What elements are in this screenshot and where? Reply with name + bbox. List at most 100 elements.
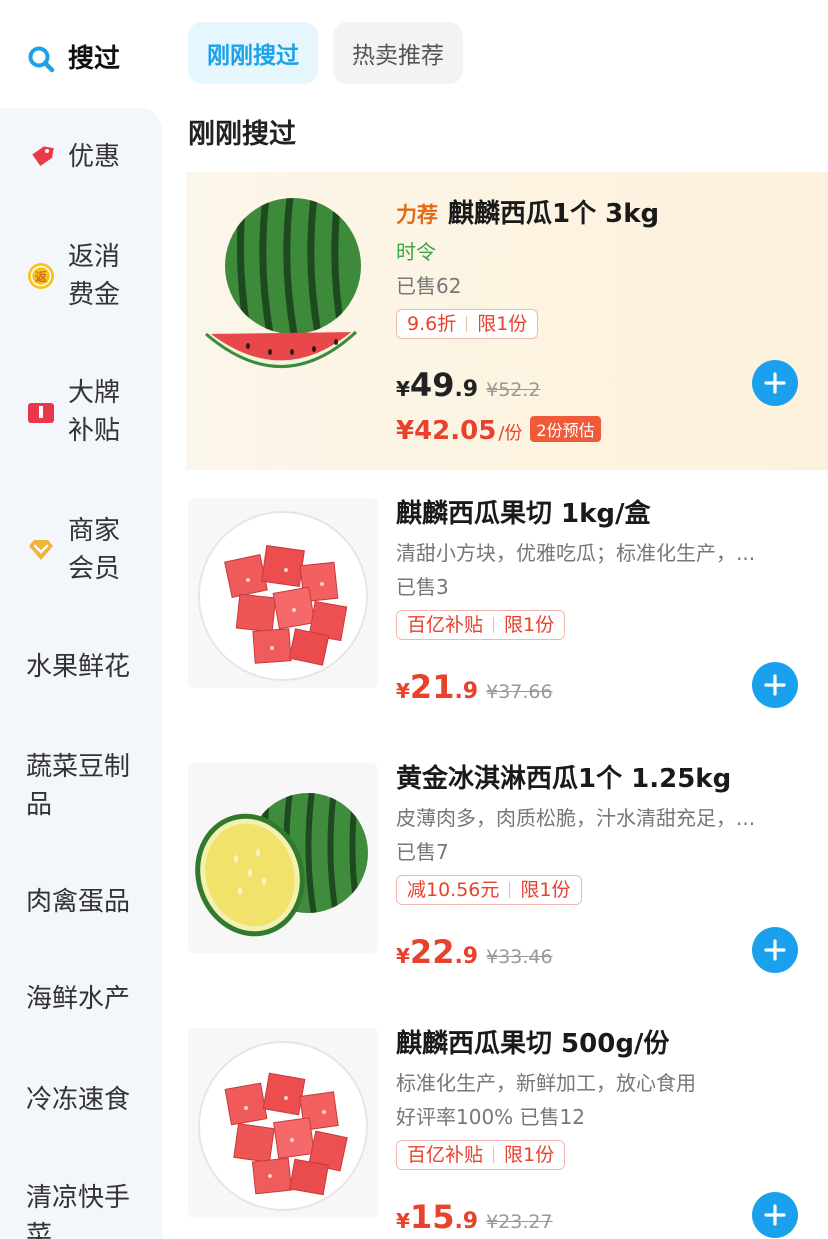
add-to-cart-button[interactable] xyxy=(752,1192,798,1238)
sidebar-item-label: 商家 xyxy=(68,516,121,546)
sidebar-item-brand-subsidy[interactable]: 大牌 补贴 xyxy=(0,374,162,450)
original-price: ¥37.66 xyxy=(486,681,553,703)
season-label: 时令 xyxy=(396,240,436,264)
recommend-tag: 力荐 xyxy=(396,203,438,227)
sidebar-item-merchant-member[interactable]: 商家 会员 xyxy=(0,512,162,588)
sidebar-item-label: 补贴 xyxy=(68,416,121,446)
original-price: ¥23.27 xyxy=(486,1211,553,1233)
section-title: 刚刚搜过 xyxy=(188,119,296,150)
plus-icon xyxy=(764,674,786,696)
product-card[interactable]: 黄金冰淇淋西瓜1个 1.25kg 皮薄肉多，肉质松脆，汁水清甜充足，... 已售… xyxy=(186,755,828,995)
sidebar-item-label: 大牌 xyxy=(68,378,121,408)
estimate-badge: 2份预估 xyxy=(530,416,601,442)
promo-tag: 限1份 xyxy=(520,879,571,901)
product-title: 麒麟西瓜1个 3kg xyxy=(448,199,660,229)
plus-icon xyxy=(764,939,786,961)
estimated-price: ¥42.05 xyxy=(396,416,497,446)
brand-subsidy-icon xyxy=(26,397,56,427)
price-row: ¥15.9 ¥23.27 xyxy=(396,1198,553,1236)
sidebar-item-search-history[interactable]: 搜过 xyxy=(0,40,162,78)
product-image xyxy=(188,1028,378,1218)
sidebar-item-vegetables-tofu[interactable]: 蔬菜豆制品 xyxy=(0,748,162,824)
price-decimal: .9 xyxy=(454,679,479,704)
price-integer: 22 xyxy=(409,933,455,971)
promo-tag: 限1份 xyxy=(477,313,528,335)
sidebar-item-label: 费金 xyxy=(68,280,121,310)
sidebar-item-discount[interactable]: 优惠 xyxy=(0,138,162,176)
product-description: 皮薄肉多，肉质松脆，汁水清甜充足，... xyxy=(396,806,756,830)
add-to-cart-button[interactable] xyxy=(752,360,798,406)
sold-count: 已售3 xyxy=(396,575,449,599)
sold-count: 已售7 xyxy=(396,840,449,864)
add-to-cart-button[interactable] xyxy=(752,662,798,708)
currency-symbol: ¥ xyxy=(396,377,410,401)
product-title: 黄金冰淇淋西瓜1个 1.25kg xyxy=(396,764,732,794)
sidebar-item-label: 冷冻速食 xyxy=(26,1085,131,1115)
promo-tag: 限1份 xyxy=(504,614,555,636)
sidebar-item-label: 会员 xyxy=(68,554,121,584)
product-card[interactable]: 力荐 麒麟西瓜1个 3kg 时令 已售62 9.6折 限1份 ¥49.9 ¥52.2 … xyxy=(186,172,828,470)
price-row: ¥22.9 ¥33.46 xyxy=(396,933,553,971)
price-integer: 49 xyxy=(409,366,455,404)
plus-icon xyxy=(764,1204,786,1226)
product-title: 麒麟西瓜果切 1kg/盒 xyxy=(396,499,651,529)
tab-recently-searched[interactable]: 刚刚搜过 xyxy=(188,22,318,84)
price-decimal: .9 xyxy=(454,377,479,402)
promo-tag: 百亿补贴 xyxy=(407,1144,484,1166)
product-image xyxy=(188,194,378,384)
promo-tags: 百亿补贴 限1份 xyxy=(396,1140,566,1170)
price-integer: 15 xyxy=(409,1198,455,1236)
price-row: ¥49.9 ¥52.2 xyxy=(396,366,541,404)
sold-count: 已售62 xyxy=(396,274,462,298)
product-title: 麒麟西瓜果切 500g/份 xyxy=(396,1029,670,1059)
price-integer: 21 xyxy=(409,668,455,706)
product-image xyxy=(188,498,378,688)
category-sidebar: 搜过 优惠 返 返消费金 大牌补贴 商家会员 水果鲜花 蔬菜豆制品 肉禽蛋品 海… xyxy=(0,0,162,1239)
price-decimal: .9 xyxy=(454,944,479,969)
sidebar-item-quick-dishes[interactable]: 清凉快手菜 xyxy=(0,1179,162,1239)
original-price: ¥52.2 xyxy=(486,379,541,401)
price-decimal: .9 xyxy=(454,1209,479,1234)
estimated-price-row: ¥42.05/份 2份预估 xyxy=(396,416,601,446)
promo-tag: 百亿补贴 xyxy=(407,614,484,636)
svg-text:返: 返 xyxy=(35,269,47,284)
sidebar-item-label: 返消 xyxy=(68,242,121,272)
promo-tags: 9.6折 限1份 xyxy=(396,309,539,339)
product-image xyxy=(188,763,378,953)
sidebar-item-label: 菜 xyxy=(26,1221,53,1239)
promo-tag: 9.6折 xyxy=(407,313,457,335)
member-icon xyxy=(26,535,56,565)
tab-hot-recommend[interactable]: 热卖推荐 xyxy=(333,22,463,84)
currency-symbol: ¥ xyxy=(396,944,410,968)
sidebar-item-label: 搜过 xyxy=(68,44,121,74)
product-description: 标准化生产，新鲜加工，放心食用 xyxy=(396,1071,696,1095)
promo-tags: 减10.56元 限1份 xyxy=(396,875,582,905)
promo-tags: 百亿补贴 限1份 xyxy=(396,610,566,640)
cashback-icon: 返 xyxy=(26,261,56,291)
sidebar-item-cashback[interactable]: 返 返消费金 xyxy=(0,238,162,314)
sidebar-item-seafood[interactable]: 海鲜水产 xyxy=(0,980,162,1018)
price-row: ¥21.9 ¥37.66 xyxy=(396,668,553,706)
product-description: 清甜小方块，优雅吃瓜；标准化生产，... xyxy=(396,541,756,565)
promo-tag: 限1份 xyxy=(504,1144,555,1166)
promo-tag: 减10.56元 xyxy=(407,879,500,901)
sidebar-item-label: 海鲜水产 xyxy=(26,984,131,1014)
rating-sold: 好评率100% 已售12 xyxy=(396,1105,585,1129)
currency-symbol: ¥ xyxy=(396,679,410,703)
sidebar-item-meat-eggs[interactable]: 肉禽蛋品 xyxy=(0,883,162,921)
product-card[interactable]: 麒麟西瓜果切 500g/份 标准化生产，新鲜加工，放心食用 好评率100% 已售… xyxy=(186,1020,828,1239)
sidebar-item-fruit-flowers[interactable]: 水果鲜花 xyxy=(0,648,162,686)
price-unit: /份 xyxy=(498,423,523,444)
sidebar-item-label: 肉禽蛋品 xyxy=(26,887,131,917)
add-to-cart-button[interactable] xyxy=(752,927,798,973)
currency-symbol: ¥ xyxy=(396,1209,410,1233)
sidebar-item-frozen-food[interactable]: 冷冻速食 xyxy=(0,1081,162,1119)
product-card[interactable]: 麒麟西瓜果切 1kg/盒 清甜小方块，优雅吃瓜；标准化生产，... 已售3 百亿… xyxy=(186,490,828,730)
search-icon xyxy=(26,44,56,74)
coupon-icon xyxy=(26,142,56,172)
plus-icon xyxy=(764,372,786,394)
sidebar-item-label: 水果鲜花 xyxy=(26,652,131,682)
sidebar-item-label: 品 xyxy=(26,790,53,820)
sidebar-item-label: 蔬菜豆制 xyxy=(26,752,131,782)
original-price: ¥33.46 xyxy=(486,946,553,968)
